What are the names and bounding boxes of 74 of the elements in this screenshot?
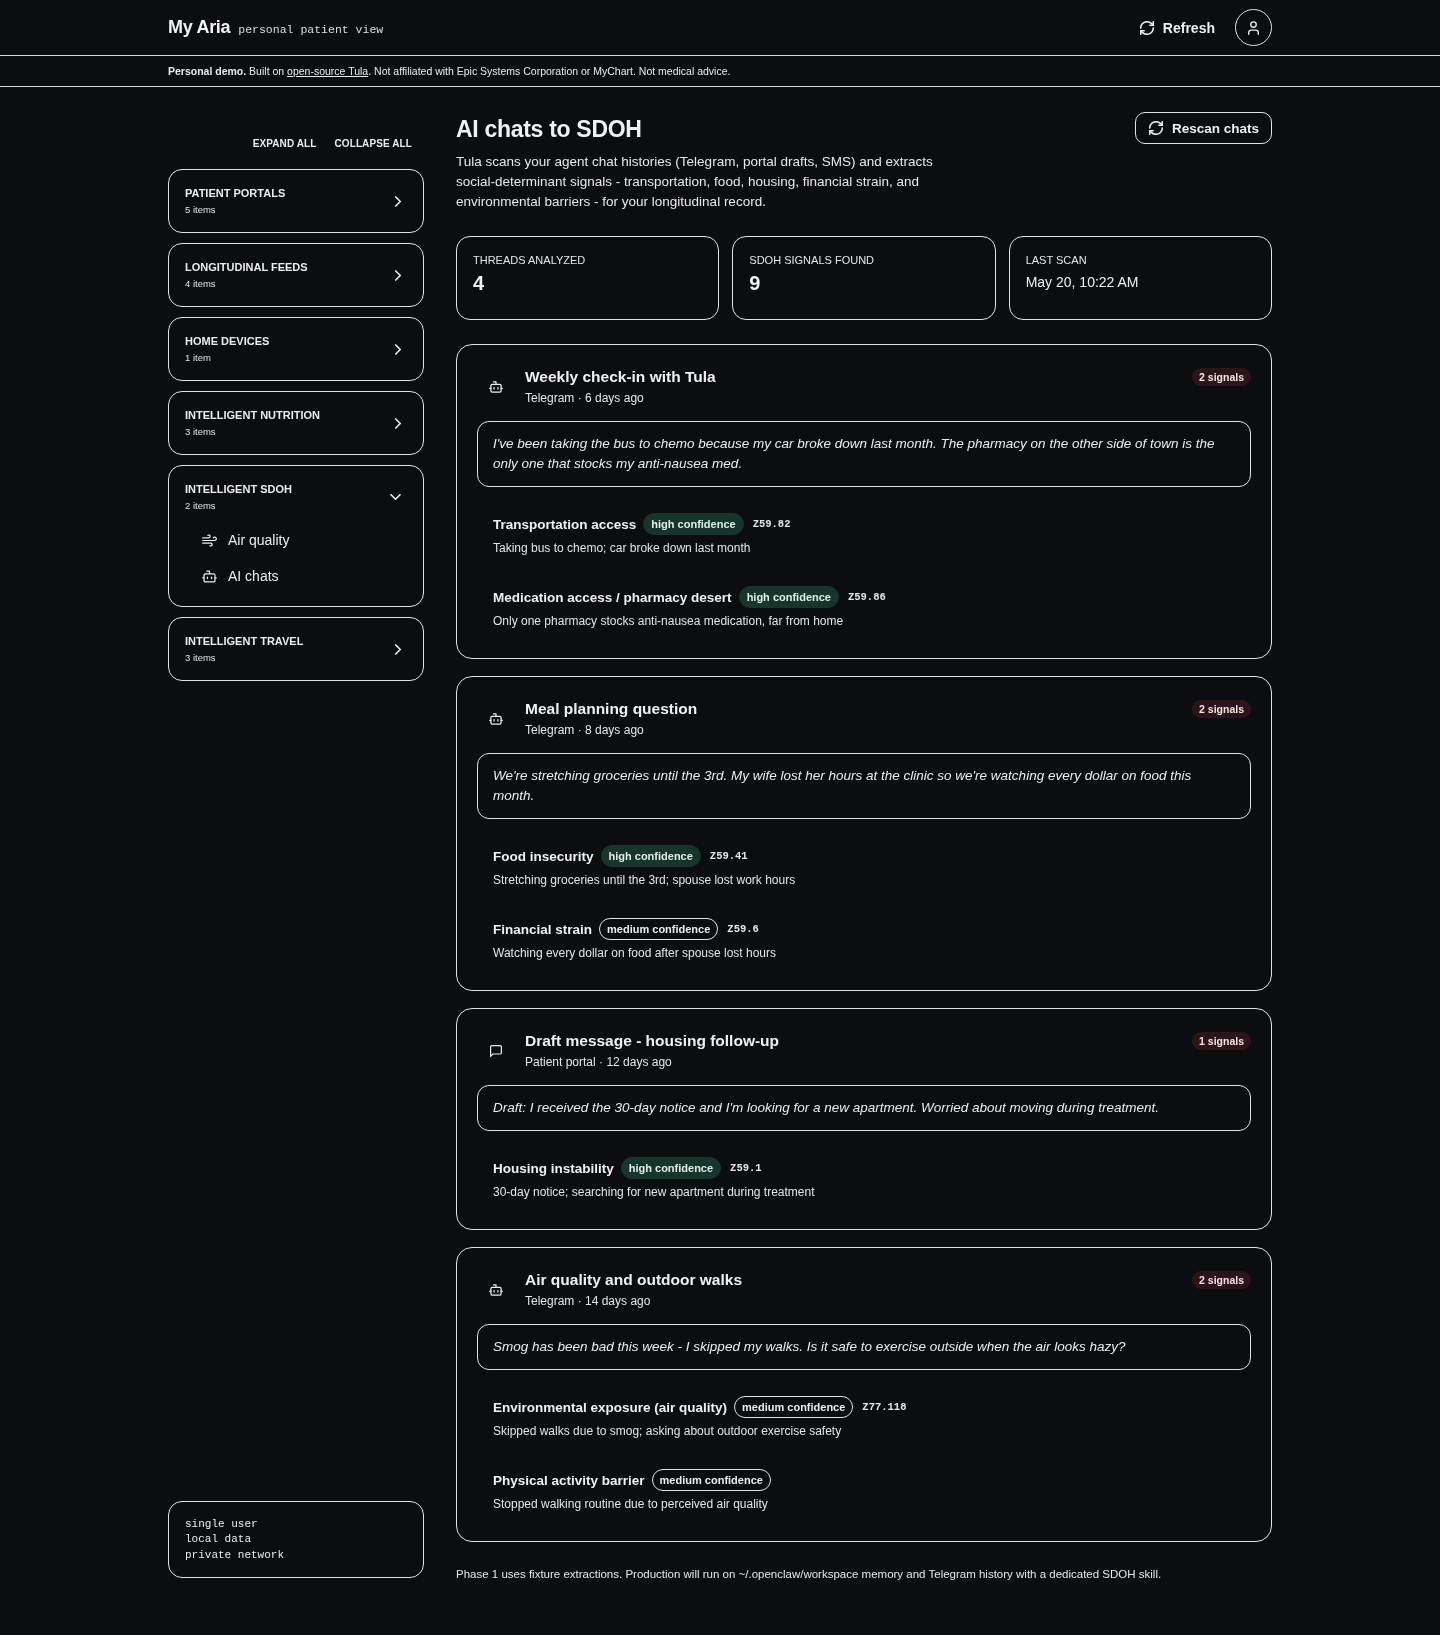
icd-code: Z59.82 [752,518,791,530]
confidence-tag: high confidence [620,1157,722,1179]
chat-bubble-icon [489,1045,503,1057]
nav-group-toggle[interactable]: INTELLIGENT TRAVEL 3 items [169,618,423,680]
thread-title: Weekly check-in with Tula [525,367,717,387]
stat-value: 9 [749,271,762,296]
confidence-tag: high confidence [738,586,839,608]
signal-label: Medication access / pharmacy desert [493,589,732,605]
signal-count-tag: 2 signals [1192,368,1251,386]
info-line: local data [185,1532,252,1547]
refresh-icon [1139,20,1154,35]
nav-group-toggle[interactable]: LONGITUDINAL FEEDS 4 items [169,244,423,306]
nav-group-toggle[interactable]: PATIENT PORTALS 5 items [169,170,423,232]
signal-label: Financial strain [493,921,593,937]
robot-icon [489,1284,503,1296]
signal-label: Food insecurity [493,848,594,864]
chat-quote: Draft: I received the 30-day notice and I'm looking for a new apartment. Worried about moving during treatment. [477,1085,1251,1131]
page-description: Tula scans your agent chat histories (Telegram, portal drafts, SMS) and extracts social-determinant signals - transportation, food, housing, financial strain, and environmental barriers - for your longitudinal record. [456,153,934,211]
expand-all-button[interactable]: EXPAND ALL [246,133,323,154]
thread-meta: Patient portal · 12 days ago [525,1054,673,1071]
chat-quote: Smog has been bad this week - I skipped my walks. Is it safe to exercise outside when the air looks hazy? [477,1324,1251,1370]
thread-title: Air quality and outdoor walks [525,1270,744,1290]
chat-quote: I've been taking the bus to chemo because my car broke down last month. The pharmacy on the other side of town is the only one that stocks my anti-nausea med. [477,421,1251,487]
rescan-button[interactable]: Rescan chats [1134,112,1272,144]
signal-count-tag: 2 signals [1192,700,1251,718]
stat-value: May 20, 10:22 AM [1025,273,1140,292]
icd-code: Z59.86 [847,591,886,603]
app-subtitle: personal patient view [238,23,384,36]
app-title: My Aria [168,17,231,38]
signal-label: Housing instability [493,1160,614,1176]
signal-description: Only one pharmacy stocks anti-nausea medication, far from home [493,613,845,630]
wind-icon [202,533,217,547]
icd-code: Z59.41 [709,850,748,862]
nav-group-toggle[interactable]: HOME DEVICES 1 item [169,318,423,380]
nav-item[interactable]: AI chats [194,558,411,594]
refresh-button[interactable]: Refresh [1139,13,1215,42]
user-icon [1248,20,1259,35]
signal-count-tag: 1 signals [1192,1032,1251,1050]
confidence-tag: high confidence [600,845,701,867]
icd-code: Z59.1 [730,1162,762,1174]
robot-icon [489,713,503,725]
signal-description: Taking bus to chemo; car broke down last month [493,540,752,557]
collapse-all-button[interactable]: COLLAPSE ALL [328,133,418,154]
signal-label: Transportation access [493,516,637,532]
signal-description: 30-day notice; searching for new apartment during treatment [493,1184,816,1201]
page-title: AI chats to SDOH [456,115,642,144]
stat-label: LAST SCAN [1025,253,1088,268]
signal-label: Environmental exposure (air quality) [493,1399,728,1415]
nav-group-toggle[interactable]: INTELLIGENT NUTRITION 3 items [169,392,423,454]
info-line: private network [185,1547,286,1563]
confidence-tag: high confidence [643,513,744,535]
icd-code: Z59.6 [727,923,759,935]
signal-description: Stretching groceries until the 3rd; spouse lost work hours [493,872,797,889]
robot-icon [202,569,217,583]
footer-note: Phase 1 uses fixture extractions. Production will run on ~/.openclaw/workspace memory and Telegram history with a dedicated SDOH skill. [456,1567,1163,1582]
thread-title: Meal planning question [525,699,699,719]
signal-description: Watching every dollar on food after spouse lost hours [493,945,778,962]
info-line: single user [185,1516,259,1532]
icd-code: Z77.118 [862,1401,907,1413]
thread-meta: Telegram · 6 days ago [525,390,645,407]
thread-title: Draft message - housing follow-up [525,1031,781,1051]
chat-quote: We're stretching groceries until the 3rd. My wife lost her hours at the clinic so we're watching every dollar on food this month. [477,753,1251,819]
signal-description: Stopped walking routine due to perceived air quality [493,1496,769,1513]
stat-value: 4 [473,271,486,296]
signal-label: Physical activity barrier [493,1472,645,1488]
thread-meta: Telegram · 14 days ago [525,1293,652,1310]
signal-count-tag: 2 signals [1192,1271,1251,1289]
stat-label: SDOH SIGNALS FOUND [749,253,875,268]
disclaimer-text: Personal demo. Built on open-source Tula. Not affiliated with Epic Systems Corporation or MyChart. Not medical advice. [168,65,731,77]
signal-description: Skipped walks due to smog; asking about outdoor exercise safety [493,1423,843,1440]
stat-label: THREADS ANALYZED [473,253,587,268]
refresh-icon [1148,121,1163,135]
robot-icon [489,381,503,393]
thread-meta: Telegram · 8 days ago [525,722,645,739]
